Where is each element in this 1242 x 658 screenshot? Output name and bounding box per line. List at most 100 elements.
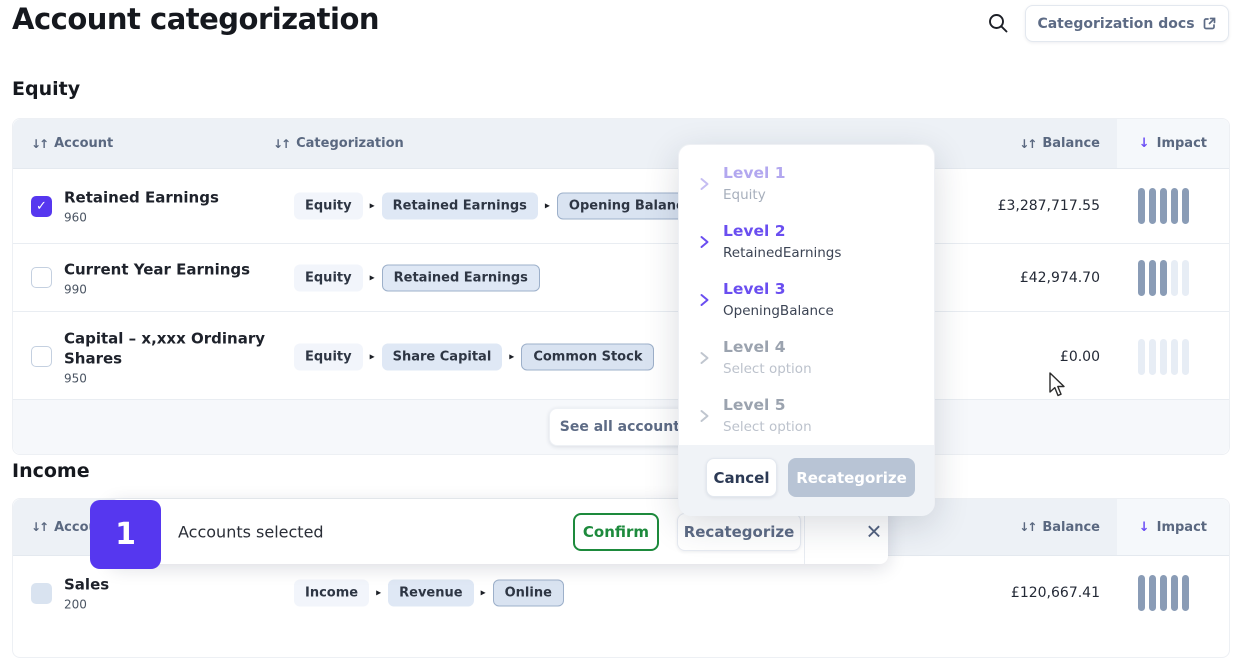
level-value: OpeningBalance — [723, 302, 834, 320]
category-tag[interactable]: Equity — [294, 343, 363, 370]
level-label: Level 5 — [723, 395, 812, 415]
impact-bar — [1182, 188, 1189, 224]
category-tag[interactable]: Equity — [294, 193, 363, 220]
account-name: Retained Earnings — [64, 188, 274, 208]
level-1-option: Level 1 Equity — [699, 163, 786, 204]
table-row-sales: ✓ Sales 200 Income ▸ Revenue ▸ Online £1… — [13, 556, 1229, 630]
level-3-option[interactable]: Level 3 OpeningBalance — [699, 279, 834, 320]
impact-meter — [1116, 188, 1211, 224]
impact-bar — [1182, 339, 1189, 375]
recategorize-button[interactable]: Recategorize — [677, 513, 801, 551]
category-tag[interactable]: Retained Earnings — [382, 193, 538, 220]
external-link-icon — [1202, 16, 1217, 31]
recategorize-submit-button[interactable]: Recategorize — [788, 458, 915, 497]
tag-separator-icon: ▸ — [370, 272, 375, 283]
category-tag[interactable]: Online — [493, 580, 564, 607]
impact-meter — [1116, 260, 1211, 296]
categorization-docs-button[interactable]: Categorization docs — [1025, 5, 1229, 42]
impact-bar — [1149, 575, 1156, 611]
impact-bar — [1171, 575, 1178, 611]
impact-bar — [1160, 575, 1167, 611]
account-cell: Retained Earnings 960 — [64, 188, 274, 225]
chevron-right-icon — [699, 293, 710, 307]
see-all-accounts-button[interactable]: See all accounts — [549, 408, 699, 446]
row-checkbox[interactable]: ✓ — [31, 346, 52, 367]
impact-bar — [1171, 339, 1178, 375]
row-checkbox[interactable]: ✓ — [31, 267, 52, 288]
sort-descending-icon: ↓ — [1139, 136, 1150, 151]
impact-bar — [1160, 339, 1167, 375]
level-option-text: Level 5 Select option — [723, 395, 812, 436]
categorization-tags: Income ▸ Revenue ▸ Online — [294, 580, 564, 607]
level-4-option: Level 4 Select option — [699, 337, 812, 378]
section-title-equity: Equity — [12, 78, 80, 100]
column-header-impact[interactable]: ↓ Impact — [1139, 499, 1207, 555]
category-tag[interactable]: Equity — [294, 264, 363, 291]
impact-meter — [1116, 339, 1211, 375]
level-value: Equity — [723, 186, 786, 204]
accounts-selected-label: Accounts selected — [178, 522, 324, 541]
recategorize-popover: Level 1 Equity Level 2 RetainedEarnings … — [678, 144, 935, 515]
level-5-option: Level 5 Select option — [699, 395, 812, 436]
level-option-text: Level 2 RetainedEarnings — [723, 221, 841, 262]
impact-bar — [1138, 339, 1145, 375]
row-checkbox[interactable]: ✓ — [31, 583, 52, 604]
account-name: Current Year Earnings — [64, 259, 274, 279]
categorization-tags: Equity ▸ Share Capital ▸ Common Stock — [294, 343, 654, 370]
selected-count-badge: 1 — [90, 500, 161, 569]
impact-bar — [1171, 188, 1178, 224]
impact-bar — [1138, 575, 1145, 611]
impact-bar — [1149, 188, 1156, 224]
impact-bar — [1138, 188, 1145, 224]
tag-separator-icon: ▸ — [481, 588, 486, 599]
balance-value: £42,974.70 — [1020, 270, 1100, 286]
column-header-categorization[interactable]: ↓↑ Categorization — [273, 119, 404, 168]
column-header-balance[interactable]: ↓↑ Balance — [1019, 499, 1100, 555]
level-value: RetainedEarnings — [723, 244, 841, 262]
column-header-balance[interactable]: ↓↑ Balance — [1019, 119, 1100, 168]
category-tag[interactable]: Revenue — [388, 580, 473, 607]
confirm-button[interactable]: Confirm — [573, 513, 659, 551]
page-title: Account categorization — [12, 2, 379, 36]
row-checkbox[interactable]: ✓ — [31, 196, 52, 217]
categorization-tags: Equity ▸ Retained Earnings — [294, 264, 540, 291]
column-header-impact[interactable]: ↓ Impact — [1139, 119, 1207, 168]
impact-bar — [1182, 575, 1189, 611]
sort-icon: ↓↑ — [1019, 520, 1035, 534]
account-categorization-page: Account categorization Categorization do… — [0, 0, 1242, 599]
popover-footer: Cancel Recategorize — [679, 445, 934, 516]
level-value: Select option — [723, 418, 812, 436]
account-cell: Current Year Earnings 990 — [64, 259, 274, 296]
category-tag[interactable]: Income — [294, 580, 369, 607]
cancel-button[interactable]: Cancel — [706, 458, 777, 497]
tag-separator-icon: ▸ — [370, 201, 375, 212]
section-title-income: Income — [12, 460, 90, 482]
account-cell: Sales 200 — [64, 575, 274, 612]
sort-icon: ↓↑ — [31, 520, 47, 534]
equity-table: ↓↑ Account ↓↑ Categorization ↓↑ Balance … — [12, 118, 1230, 455]
account-cell: Capital – x,xxx Ordinary Shares 950 — [64, 328, 274, 385]
chevron-right-icon — [699, 177, 710, 191]
tag-separator-icon: ▸ — [370, 351, 375, 362]
column-header-label: Categorization — [296, 136, 404, 151]
tag-separator-icon: ▸ — [376, 588, 381, 599]
level-2-option[interactable]: Level 2 RetainedEarnings — [699, 221, 841, 262]
level-option-text: Level 1 Equity — [723, 163, 786, 204]
search-icon-glyph — [987, 12, 1009, 34]
category-tag[interactable]: Share Capital — [382, 343, 503, 370]
account-code: 950 — [64, 371, 274, 385]
account-code: 960 — [64, 211, 274, 225]
impact-bar — [1149, 260, 1156, 296]
balance-value: £3,287,717.55 — [998, 198, 1100, 214]
column-header-account[interactable]: ↓↑ Account — [31, 119, 113, 168]
category-tag[interactable]: Retained Earnings — [382, 264, 540, 291]
column-header-label: Impact — [1157, 520, 1207, 535]
impact-bar — [1171, 260, 1178, 296]
category-tag[interactable]: Common Stock — [521, 343, 654, 370]
level-label: Level 1 — [723, 163, 786, 183]
impact-bar — [1138, 260, 1145, 296]
search-icon[interactable] — [986, 12, 1010, 36]
impact-bar — [1160, 188, 1167, 224]
table-row-capital-ordinary-shares: ✓ Capital – x,xxx Ordinary Shares 950 Eq… — [13, 311, 1229, 401]
level-label: Level 4 — [723, 337, 812, 357]
